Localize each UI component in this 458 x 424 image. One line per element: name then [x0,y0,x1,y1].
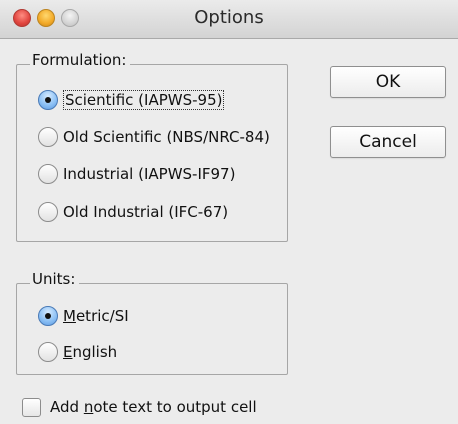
mnemonic-letter: n [83,398,94,416]
ok-button[interactable]: OK [330,66,446,98]
formulation-legend: Formulation: [30,51,131,69]
radio-dot [45,313,51,319]
checkbox-label: Add note text to output cell [50,398,257,416]
cancel-button[interactable]: Cancel [330,126,446,158]
radio-label: Metric/SI [63,307,129,325]
radio-label: Scientific (IAPWS-95) [63,90,225,110]
radio-label: Industrial (IAPWS-IF97) [63,165,236,183]
radio-scientific-iapws95[interactable]: Scientific (IAPWS-95) [38,86,225,114]
radio-button-checked[interactable] [38,306,58,326]
add-note-checkbox[interactable] [22,397,41,417]
label-rest: nglish [72,343,118,361]
radio-button[interactable] [38,342,58,362]
title-bar: Options [0,0,458,39]
radio-label: Old Industrial (IFC-67) [63,203,229,221]
radio-label: English [63,343,117,361]
radio-label: Old Scientific (NBS/NRC-84) [63,128,270,146]
radio-english[interactable]: English [38,338,117,366]
mnemonic-letter: M [63,307,76,325]
radio-button-checked[interactable] [38,90,58,110]
radio-old-scientific-nbs-nrc84[interactable]: Old Scientific (NBS/NRC-84) [38,123,270,151]
radio-dot [45,97,51,103]
add-note-text-checkbox-row[interactable]: Add note text to output cell [22,394,257,420]
radio-button[interactable] [38,127,58,147]
label-post: ote text to output cell [93,398,257,416]
radio-button[interactable] [38,202,58,222]
radio-old-industrial-ifc67[interactable]: Old Industrial (IFC-67) [38,198,228,226]
radio-metric-si[interactable]: Metric/SI [38,302,129,330]
radio-button[interactable] [38,164,58,184]
radio-industrial-iapws-if97[interactable]: Industrial (IAPWS-IF97) [38,160,235,188]
label-rest: etric/SI [75,307,129,325]
units-legend: Units: [30,270,80,288]
label-pre: Add [50,398,84,416]
window-title: Options [194,7,264,28]
